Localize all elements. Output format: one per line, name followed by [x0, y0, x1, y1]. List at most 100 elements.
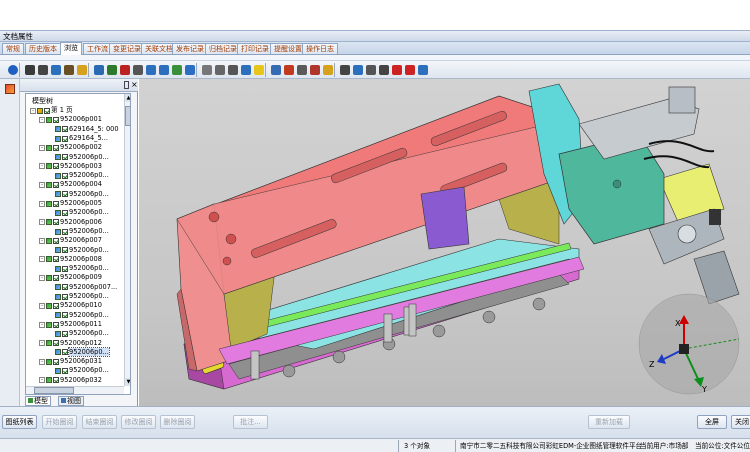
- tree-node-assembly[interactable]: - 952006p009: [39, 273, 102, 282]
- grid-view-icon[interactable]: [364, 63, 377, 76]
- visibility-checkbox[interactable]: [53, 163, 59, 170]
- collapse-icon[interactable]: -: [39, 163, 45, 170]
- search-icon[interactable]: [92, 63, 105, 76]
- visibility-checkbox[interactable]: [44, 107, 50, 114]
- modify-review-button[interactable]: 修改圈阅: [121, 415, 156, 429]
- shaded-icon[interactable]: [308, 63, 321, 76]
- tree-icon[interactable]: [239, 63, 252, 76]
- lines-icon[interactable]: [213, 63, 226, 76]
- tree-node-part[interactable]: 952006p0...: [48, 208, 109, 217]
- tree-node-part[interactable]: 952006p0...: [48, 246, 109, 255]
- tree-node-assembly[interactable]: - 952006p007: [39, 236, 102, 245]
- rotate-icon[interactable]: [170, 63, 183, 76]
- dimension-icon[interactable]: [377, 63, 390, 76]
- front-view-icon[interactable]: [351, 63, 364, 76]
- lightbulb-icon[interactable]: [252, 63, 265, 76]
- tree-node-assembly[interactable]: - 952006p012: [39, 339, 102, 348]
- collapse-icon[interactable]: -: [39, 200, 45, 207]
- visibility-checkbox[interactable]: [62, 284, 68, 291]
- camera-icon[interactable]: [338, 63, 351, 76]
- close-button[interactable]: 关闭: [731, 415, 750, 429]
- collapse-icon[interactable]: -: [39, 182, 45, 189]
- edit-icon[interactable]: [62, 63, 75, 76]
- tab-print-log[interactable]: 打印记录: [237, 43, 273, 54]
- tree-node-assembly[interactable]: - 952006p011: [39, 320, 102, 329]
- tree-node-assembly[interactable]: - 952006p010: [39, 301, 102, 310]
- folder-icon[interactable]: [75, 63, 88, 76]
- tab-operation-log[interactable]: 操作日志: [302, 43, 338, 54]
- collapse-icon[interactable]: -: [39, 358, 45, 365]
- collapse-icon[interactable]: -: [39, 237, 45, 244]
- visibility-checkbox[interactable]: [53, 256, 59, 263]
- tab-general[interactable]: 常规: [2, 43, 24, 54]
- visibility-checkbox[interactable]: [62, 172, 68, 179]
- visibility-checkbox[interactable]: [62, 135, 68, 142]
- collapse-icon[interactable]: -: [39, 116, 45, 123]
- visibility-checkbox[interactable]: [53, 237, 59, 244]
- visibility-checkbox[interactable]: [53, 377, 59, 384]
- tree-node-part[interactable]: 952006p0...: [48, 264, 109, 273]
- delete-review-button[interactable]: 删除圈阅: [160, 415, 195, 429]
- visibility-checkbox[interactable]: [62, 191, 68, 198]
- collapse-icon[interactable]: -: [39, 377, 45, 384]
- tab-browse[interactable]: 浏览: [60, 42, 82, 55]
- tree-node-part[interactable]: 629164_5: 000: [48, 125, 119, 134]
- drawing-list-button[interactable]: 图纸列表: [2, 415, 37, 429]
- tab-reminder[interactable]: 提醒设置: [270, 43, 306, 54]
- visibility-checkbox[interactable]: [53, 275, 59, 282]
- visibility-checkbox[interactable]: [53, 182, 59, 189]
- close-markup-icon[interactable]: [403, 63, 416, 76]
- color-icon[interactable]: [321, 63, 334, 76]
- tree-node-part[interactable]: 952006p0...: [48, 329, 109, 338]
- tab-archive-log[interactable]: 归档记录: [205, 43, 241, 54]
- collapse-icon[interactable]: -: [39, 321, 45, 328]
- tree-node-part[interactable]: 629164_5...: [48, 134, 108, 143]
- visibility-checkbox[interactable]: [53, 340, 59, 347]
- pin-icon[interactable]: [124, 81, 129, 89]
- tree-node-assembly[interactable]: - 952006p006: [39, 218, 102, 227]
- tab-workflow[interactable]: 工作流: [83, 43, 112, 54]
- visibility-checkbox[interactable]: [62, 154, 68, 161]
- visibility-checkbox[interactable]: [62, 209, 68, 216]
- markup-icon[interactable]: [390, 63, 403, 76]
- tree-node-part[interactable]: 952006p0...: [48, 346, 110, 357]
- zoom-out-icon[interactable]: [118, 63, 131, 76]
- tree-node-part[interactable]: 952006p0...: [48, 153, 109, 162]
- layers-icon[interactable]: [49, 63, 62, 76]
- cube-icon[interactable]: [23, 63, 36, 76]
- tab-change-log[interactable]: 变更记录: [109, 43, 145, 54]
- view-icon[interactable]: [269, 63, 282, 76]
- scroll-down-icon[interactable]: ▼: [125, 378, 130, 386]
- tree-node-part[interactable]: 952006p0...: [48, 190, 109, 199]
- zoom-window-icon[interactable]: [144, 63, 157, 76]
- visibility-checkbox[interactable]: [53, 321, 59, 328]
- 3d-model-render[interactable]: X Z Y: [139, 79, 750, 406]
- visibility-checkbox[interactable]: [62, 349, 68, 356]
- hscroll-thumb[interactable]: [34, 387, 74, 394]
- tree-node-part[interactable]: 952006p0...: [48, 292, 109, 301]
- tree-horizontal-scrollbar[interactable]: [26, 386, 124, 394]
- tree-node-part[interactable]: 952006p007...: [48, 283, 117, 292]
- visibility-checkbox[interactable]: [53, 116, 59, 123]
- zoom-fit-icon[interactable]: [157, 63, 170, 76]
- collapse-icon[interactable]: -: [39, 144, 45, 151]
- scroll-up-icon[interactable]: ▲: [125, 94, 130, 102]
- tree-node-part[interactable]: 952006p0...: [48, 227, 109, 236]
- tree-node-page[interactable]: - 第 1 页: [30, 106, 73, 115]
- info-icon[interactable]: [6, 63, 19, 76]
- pan-icon[interactable]: [131, 63, 144, 76]
- collapse-icon[interactable]: -: [30, 107, 36, 114]
- tree-node-part[interactable]: 952006p0...: [48, 311, 109, 320]
- 3d-model-viewport[interactable]: X Z Y: [139, 79, 750, 406]
- scroll-thumb[interactable]: [125, 106, 130, 126]
- visibility-checkbox[interactable]: [62, 228, 68, 235]
- collapse-icon[interactable]: -: [39, 302, 45, 309]
- print-icon[interactable]: [36, 63, 49, 76]
- visibility-checkbox[interactable]: [53, 219, 59, 226]
- zoom-in-icon[interactable]: [105, 63, 118, 76]
- section-icon[interactable]: [200, 63, 213, 76]
- reload-button[interactable]: 重新加载: [588, 415, 630, 429]
- visibility-checkbox[interactable]: [62, 247, 68, 254]
- mesh-icon[interactable]: [295, 63, 308, 76]
- tab-publish-log[interactable]: 发布记录: [172, 43, 208, 54]
